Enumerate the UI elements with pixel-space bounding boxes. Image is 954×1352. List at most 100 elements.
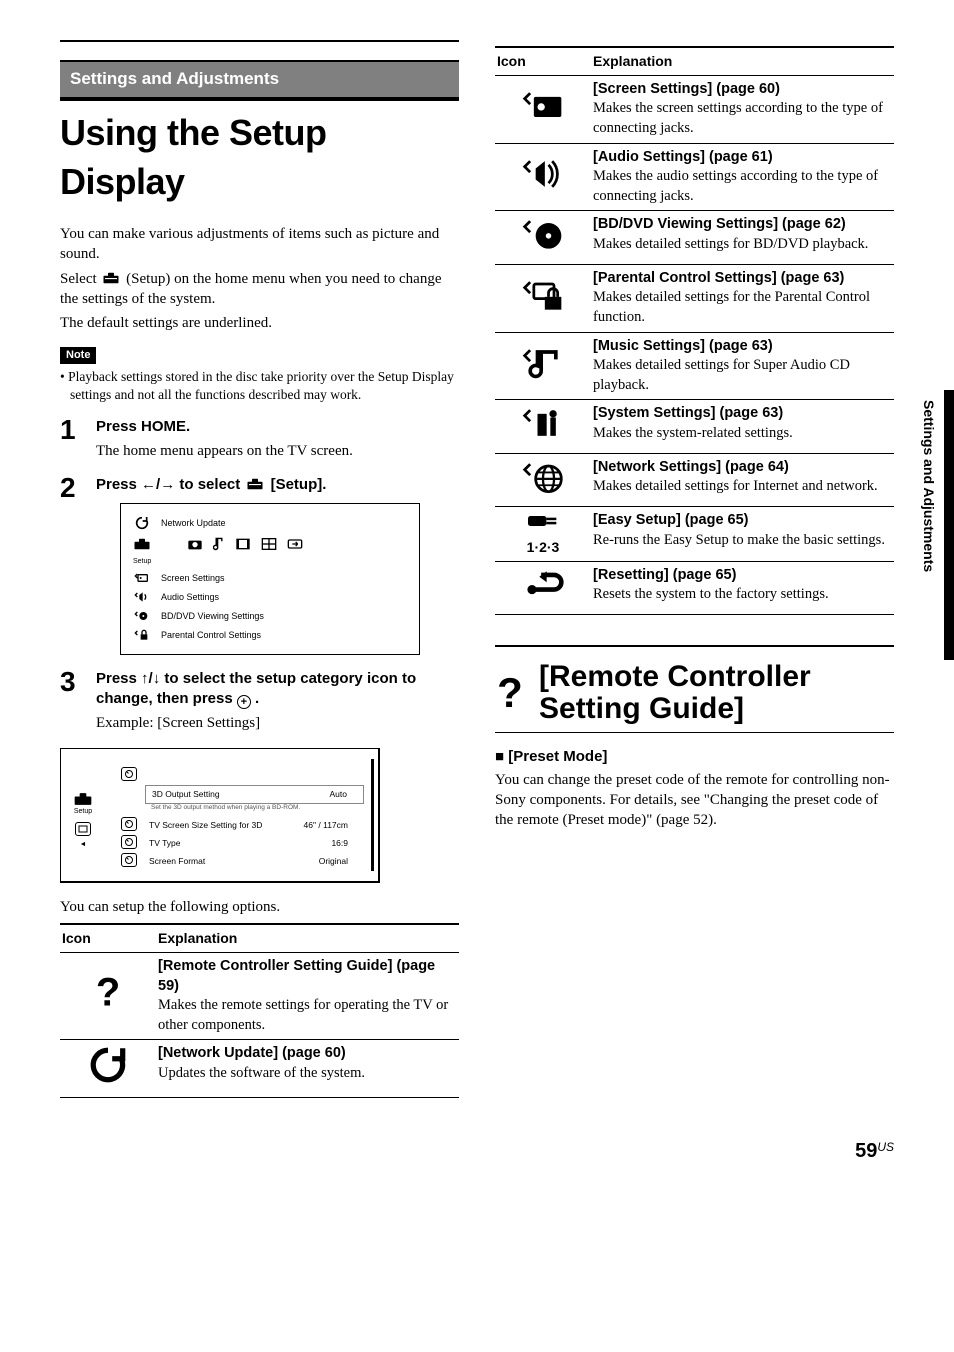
step2-keys: ←/→ bbox=[141, 476, 175, 493]
row-title: [Easy Setup] (page 65) bbox=[593, 512, 749, 528]
side-section-label: Settings and Adjustments bbox=[919, 400, 938, 572]
row-title: [System Settings] (page 63) bbox=[593, 405, 783, 421]
step-1-sub: The home menu appears on the TV screen. bbox=[96, 441, 459, 461]
ss2-setup-label: Setup bbox=[74, 807, 92, 816]
ss2-row3-value: Original bbox=[319, 856, 348, 867]
network-globe-icon bbox=[521, 458, 565, 496]
row-title: [Music Settings] (page 63) bbox=[593, 338, 773, 354]
table-row: [Music Settings] (page 63)Makes detailed… bbox=[495, 332, 894, 400]
row-bullet-icon bbox=[121, 817, 137, 831]
step-2: Press ←/→ to select [Setup]. Network Upd… bbox=[60, 475, 459, 655]
table-row: 1·2·3 [Easy Setup] (page 65) Re-runs the … bbox=[495, 507, 894, 561]
question-icon: ? bbox=[495, 673, 525, 713]
section-2-heading: ? [Remote Controller Setting Guide] bbox=[495, 661, 894, 724]
screen-settings-icon bbox=[521, 87, 565, 125]
refresh-icon bbox=[84, 1044, 132, 1086]
ss1-item-1: Audio Settings bbox=[161, 591, 219, 603]
step-3-example: Example: [Screen Settings] bbox=[96, 713, 459, 733]
disc-mini-icon bbox=[133, 608, 151, 624]
side-tab bbox=[944, 390, 954, 660]
ss1-item-2: BD/DVD Viewing Settings bbox=[161, 610, 264, 622]
row-title: [BD/DVD Viewing Settings] (page 62) bbox=[593, 216, 846, 232]
screenshot-screen-settings: Setup ◄ 3D Output SettingAuto Set the 3D… bbox=[60, 748, 380, 883]
step2-pre: Press bbox=[96, 476, 141, 493]
table-row: [Network Update] (page 60)Updates the so… bbox=[60, 1040, 459, 1098]
row-title: [Audio Settings] (page 61) bbox=[593, 149, 773, 165]
left-column: Settings and Adjustments Using the Setup… bbox=[60, 40, 459, 1098]
page-title: Using the Setup Display bbox=[60, 109, 459, 206]
ss1-setup-label: Setup bbox=[133, 557, 407, 566]
page-number-value: 59 bbox=[855, 1140, 877, 1162]
screen-mini-icon bbox=[133, 570, 151, 586]
intro-paragraph-3: The default settings are underlined. bbox=[60, 313, 459, 333]
row-desc: Resets the system to the factory setting… bbox=[593, 586, 829, 602]
row-desc: Makes the system-related settings. bbox=[593, 425, 793, 441]
audio-settings-icon bbox=[521, 155, 565, 193]
row-desc: Makes the remote settings for operating … bbox=[158, 997, 448, 1033]
table-row: [System Settings] (page 63) Makes the sys… bbox=[495, 400, 894, 454]
screenshot-home-menu: Network Update Setup Screen Settings Aud… bbox=[120, 503, 420, 654]
section-banner: Settings and Adjustments bbox=[60, 60, 459, 101]
toolbox-icon bbox=[246, 477, 264, 491]
table-row: [BD/DVD Viewing Settings] (page 62) Makes… bbox=[495, 211, 894, 265]
ss2-row2-value: 16:9 bbox=[331, 838, 348, 849]
plus-circle-icon: + bbox=[237, 695, 251, 709]
step3-post: . bbox=[251, 690, 259, 707]
row-bullet-icon bbox=[121, 835, 137, 849]
grid-icon bbox=[261, 537, 277, 551]
ss2-row-2: TV Type 16:9 bbox=[143, 835, 364, 852]
ss2-row0-value: Auto bbox=[330, 789, 348, 800]
row-title: [Parental Control Settings] (page 63) bbox=[593, 270, 844, 286]
system-settings-icon bbox=[521, 404, 565, 442]
question-icon: ? bbox=[84, 972, 132, 1014]
right-column: Icon Explanation [Screen Settings] (page… bbox=[495, 40, 894, 1098]
preset-head-text: [Preset Mode] bbox=[508, 748, 607, 765]
step2-mid: to select bbox=[175, 476, 244, 493]
icon-table-right: Icon Explanation [Screen Settings] (page… bbox=[495, 46, 894, 615]
music-note-icon bbox=[213, 537, 225, 551]
ss2-row2-label: TV Type bbox=[149, 838, 181, 849]
step-1-head: Press HOME. bbox=[96, 417, 459, 437]
row-bullet-icon bbox=[121, 767, 137, 781]
easy-setup-123: 1·2·3 bbox=[497, 538, 589, 557]
step3-pre: Press bbox=[96, 670, 141, 687]
row-title: [Network Settings] (page 64) bbox=[593, 459, 789, 475]
svg-text:?: ? bbox=[96, 972, 120, 1014]
row-desc: Makes detailed settings for Internet and… bbox=[593, 478, 878, 494]
row-desc: Makes the audio settings according to th… bbox=[593, 168, 878, 204]
ss2-row-3: Screen FormatOriginal bbox=[143, 853, 364, 870]
section-2-title-text: [Remote Controller Setting Guide] bbox=[539, 661, 894, 724]
icon-table-left: Icon Explanation ? [Remote Controller Se… bbox=[60, 923, 459, 1098]
step-2-head: Press ←/→ to select [Setup]. bbox=[96, 475, 459, 495]
note-label: Note bbox=[60, 347, 96, 364]
table-row: [Screen Settings] (page 60) Makes the scr… bbox=[495, 75, 894, 143]
ss2-row0-label: 3D Output Setting bbox=[152, 789, 220, 800]
row-desc: Re-runs the Easy Setup to make the basic… bbox=[593, 532, 885, 548]
ss2-row1-label: TV Screen Size Setting for 3D bbox=[149, 820, 262, 831]
toolbox-icon bbox=[102, 271, 120, 285]
ss1-network-update: Network Update bbox=[161, 517, 226, 529]
music-settings-icon bbox=[521, 344, 565, 382]
ss1-item-3: Parental Control Settings bbox=[161, 629, 261, 641]
ss1-item-0: Screen Settings bbox=[161, 572, 225, 584]
toolbox-small-icon bbox=[133, 536, 151, 552]
scrollbar-indicator bbox=[371, 759, 374, 871]
row-bullet-icon bbox=[121, 853, 137, 867]
refresh-icon bbox=[133, 515, 151, 531]
input-icon bbox=[287, 537, 303, 551]
row-title: [Remote Controller Setting Guide] (page … bbox=[158, 958, 435, 994]
row-desc: Makes detailed settings for BD/DVD playb… bbox=[593, 236, 868, 252]
step-3: Press ↑/↓ to select the setup category i… bbox=[60, 669, 459, 734]
row-desc: Makes the screen settings according to t… bbox=[593, 100, 883, 136]
step3-keys: ↑/↓ bbox=[141, 670, 160, 687]
step-1: Press HOME. The home menu appears on the… bbox=[60, 417, 459, 462]
parental-lock-icon bbox=[521, 276, 565, 314]
step-3-head: Press ↑/↓ to select the setup category i… bbox=[96, 669, 459, 710]
ss2-row-1: TV Screen Size Setting for 3D46" / 117cm bbox=[143, 817, 364, 834]
film-icon bbox=[235, 537, 251, 551]
table-row: [Resetting] (page 65)Resets the system t… bbox=[495, 561, 894, 615]
preset-mode-heading: ■ [Preset Mode] bbox=[495, 747, 894, 767]
row-title: [Screen Settings] (page 60) bbox=[593, 81, 780, 97]
intro-paragraph-2: Select (Setup) on the home menu when you… bbox=[60, 269, 459, 310]
reset-undo-icon bbox=[521, 566, 565, 604]
